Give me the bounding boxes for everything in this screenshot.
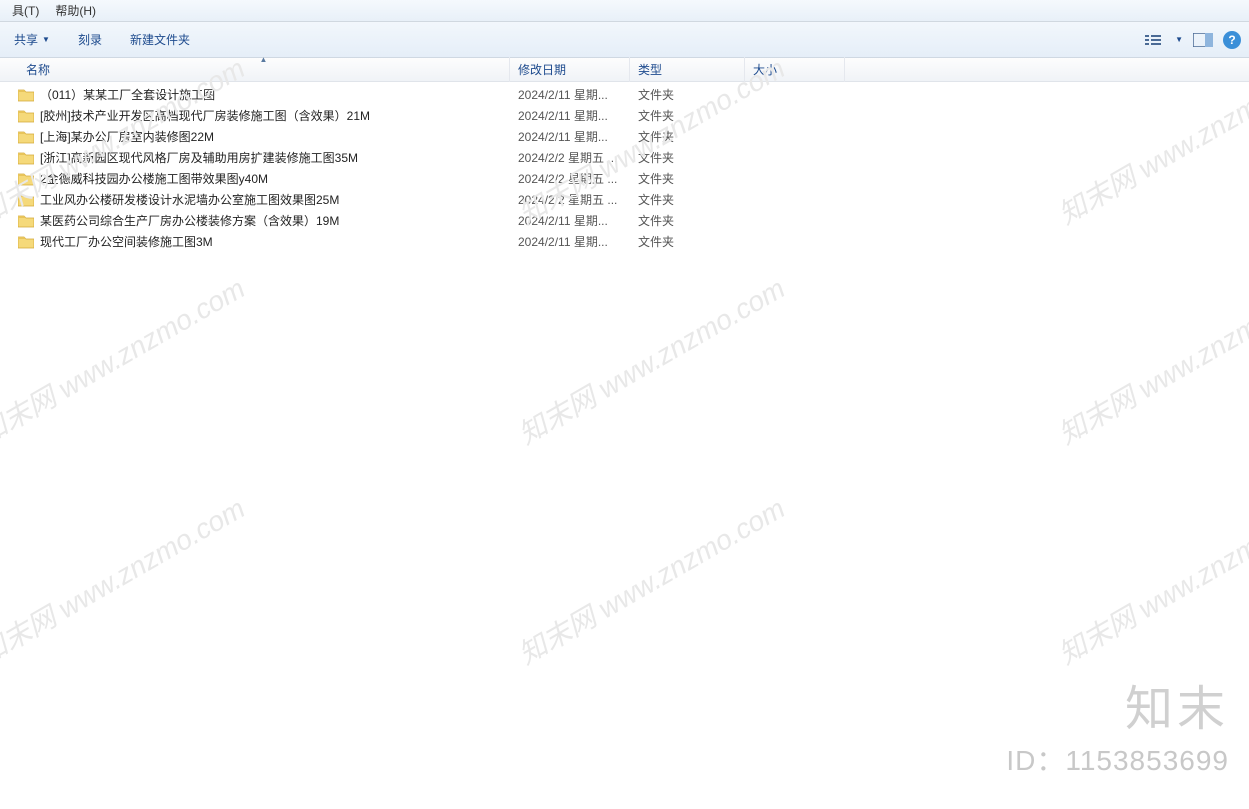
file-type: 文件夹 — [630, 191, 745, 208]
file-name: [上海]某办公厂房室内装修图22M — [40, 128, 214, 145]
column-name-label: 名称 — [26, 61, 50, 78]
file-row[interactable]: [上海]某办公厂房室内装修图22M 2024/2/11 星期...文件夹 — [18, 126, 1249, 147]
file-name-cell: 某医药公司综合生产厂房办公楼装修方案（含效果）19M — [18, 212, 510, 229]
sort-ascending-icon: ▲ — [260, 55, 268, 64]
file-date: 2024/2/2 星期五 ... — [510, 191, 630, 208]
new-folder-label: 新建文件夹 — [130, 31, 190, 48]
chevron-down-icon[interactable]: ▼ — [1175, 35, 1183, 44]
folder-icon — [18, 172, 34, 186]
file-name-cell: 2金德威科技园办公楼施工图带效果图y40M — [18, 170, 510, 187]
watermark: 知末网 www.znzmo.com — [0, 487, 252, 673]
folder-icon — [18, 130, 34, 144]
folder-icon — [18, 214, 34, 228]
file-name-cell: [浙江]高新园区现代风格厂房及辅助用房扩建装修施工图35M — [18, 149, 510, 166]
file-type: 文件夹 — [630, 86, 745, 103]
file-type: 文件夹 — [630, 170, 745, 187]
new-folder-button[interactable]: 新建文件夹 — [124, 27, 196, 52]
file-type: 文件夹 — [630, 233, 745, 250]
file-date: 2024/2/11 星期... — [510, 233, 630, 250]
preview-pane-button[interactable] — [1191, 31, 1215, 49]
file-type: 文件夹 — [630, 212, 745, 229]
burn-button[interactable]: 刻录 — [72, 27, 108, 52]
file-date: 2024/2/11 星期... — [510, 212, 630, 229]
help-button[interactable]: ? — [1223, 31, 1241, 49]
file-name: 现代工厂办公空间装修施工图3M — [40, 233, 213, 250]
file-name: [浙江]高新园区现代风格厂房及辅助用房扩建装修施工图35M — [40, 149, 358, 166]
watermark: 知末网 www.znzmo.com — [1050, 267, 1249, 453]
file-name: [胶州]技术产业开发区高档现代厂房装修施工图（含效果）21M — [40, 107, 370, 124]
folder-icon — [18, 109, 34, 123]
file-row[interactable]: 工业风办公楼研发楼设计水泥墙办公室施工图效果图25M 2024/2/2 星期五 .… — [18, 189, 1249, 210]
file-name: 2金德威科技园办公楼施工图带效果图y40M — [40, 170, 268, 187]
watermark: 知末网 www.znzmo.com — [510, 267, 791, 453]
menu-tools[interactable]: 具(T) — [4, 0, 47, 21]
column-date[interactable]: 修改日期 — [510, 57, 630, 82]
folder-icon — [18, 88, 34, 102]
brand-mark: 知末 ID：1153853699 — [1006, 669, 1229, 779]
toolbar-right: ▼ ? — [1143, 31, 1241, 49]
share-label: 共享 — [14, 31, 38, 48]
file-type: 文件夹 — [630, 149, 745, 166]
file-type: 文件夹 — [630, 107, 745, 124]
folder-icon — [18, 235, 34, 249]
file-name: （011）某某工厂全套设计施工图 — [40, 86, 215, 103]
column-size-label: 大小 — [753, 61, 777, 78]
menu-help[interactable]: 帮助(H) — [47, 0, 104, 21]
chevron-down-icon: ▼ — [42, 35, 50, 44]
file-type: 文件夹 — [630, 128, 745, 145]
folder-icon — [18, 193, 34, 207]
column-type[interactable]: 类型 — [630, 57, 745, 82]
file-name: 某医药公司综合生产厂房办公楼装修方案（含效果）19M — [40, 212, 339, 229]
file-name-cell: [胶州]技术产业开发区高档现代厂房装修施工图（含效果）21M — [18, 107, 510, 124]
watermark: 知末网 www.znzmo.com — [1050, 487, 1249, 673]
file-row[interactable]: [浙江]高新园区现代风格厂房及辅助用房扩建装修施工图35M 2024/2/2 星期… — [18, 147, 1249, 168]
file-name-cell: （011）某某工厂全套设计施工图 — [18, 86, 510, 103]
view-options-button[interactable] — [1143, 31, 1167, 49]
file-date: 2024/2/2 星期五 ... — [510, 170, 630, 187]
preview-pane-icon — [1193, 33, 1213, 47]
toolbar-left: 共享 ▼ 刻录 新建文件夹 — [8, 27, 196, 52]
file-date: 2024/2/11 星期... — [510, 128, 630, 145]
column-size[interactable]: 大小 — [745, 57, 845, 82]
burn-label: 刻录 — [78, 31, 102, 48]
watermark: 知末网 www.znzmo.com — [510, 487, 791, 673]
file-row[interactable]: [胶州]技术产业开发区高档现代厂房装修施工图（含效果）21M 2024/2/11 … — [18, 105, 1249, 126]
file-row[interactable]: 2金德威科技园办公楼施工图带效果图y40M 2024/2/2 星期五 ...文件夹 — [18, 168, 1249, 189]
list-view-icon — [1145, 33, 1165, 47]
file-date: 2024/2/11 星期... — [510, 107, 630, 124]
file-date: 2024/2/2 星期五 ... — [510, 149, 630, 166]
watermark: 知末网 www.znzmo.com — [0, 267, 252, 453]
column-date-label: 修改日期 — [518, 61, 566, 78]
file-row[interactable]: （011）某某工厂全套设计施工图 2024/2/11 星期...文件夹 — [18, 84, 1249, 105]
file-row[interactable]: 现代工厂办公空间装修施工图3M 2024/2/11 星期...文件夹 — [18, 231, 1249, 252]
help-icon: ? — [1228, 33, 1235, 47]
brand-text: 知末 — [1006, 669, 1229, 739]
column-name[interactable]: 名称 ▲ — [18, 57, 510, 82]
column-headers: 名称 ▲ 修改日期 类型 大小 — [0, 58, 1249, 82]
column-type-label: 类型 — [638, 61, 662, 78]
file-name: 工业风办公楼研发楼设计水泥墙办公室施工图效果图25M — [40, 191, 339, 208]
toolbar: 共享 ▼ 刻录 新建文件夹 ▼ — [0, 22, 1249, 58]
file-name-cell: [上海]某办公厂房室内装修图22M — [18, 128, 510, 145]
file-name-cell: 工业风办公楼研发楼设计水泥墙办公室施工图效果图25M — [18, 191, 510, 208]
file-list: （011）某某工厂全套设计施工图2024/2/11 星期...文件夹[胶州]技术… — [0, 82, 1249, 252]
share-button[interactable]: 共享 ▼ — [8, 27, 56, 52]
folder-icon — [18, 151, 34, 165]
file-date: 2024/2/11 星期... — [510, 86, 630, 103]
file-row[interactable]: 某医药公司综合生产厂房办公楼装修方案（含效果）19M 2024/2/11 星期..… — [18, 210, 1249, 231]
file-name-cell: 现代工厂办公空间装修施工图3M — [18, 233, 510, 250]
brand-id: ID：1153853699 — [1006, 739, 1229, 779]
menubar: 具(T) 帮助(H) — [0, 0, 1249, 22]
